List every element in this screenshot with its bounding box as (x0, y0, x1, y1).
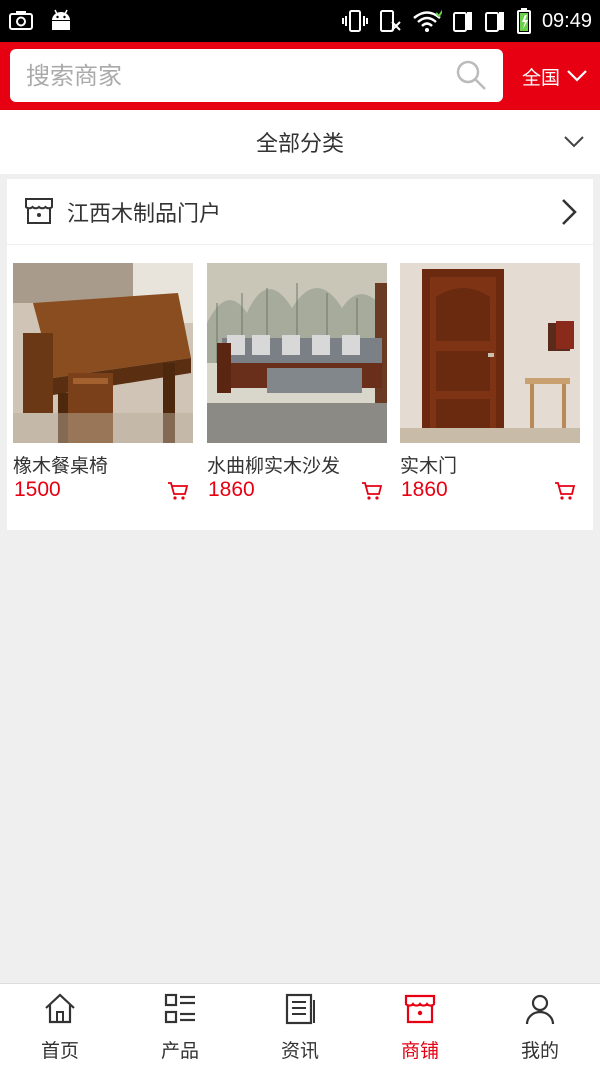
sim2-signal-icon (484, 12, 504, 32)
product-price: 1500 (14, 478, 61, 501)
chevron-down-icon (564, 136, 584, 148)
region-label: 全国 (521, 66, 560, 89)
tab-news[interactable]: 资讯 (240, 984, 360, 1067)
tab-store[interactable]: 商铺 (360, 984, 480, 1067)
tab-label: 商铺 (400, 1040, 439, 1062)
status-bar: 09:49 (0, 0, 600, 42)
wifi-icon (413, 9, 442, 32)
store-header[interactable]: 江西木制品门户 (7, 179, 593, 245)
tab-home[interactable]: 首页 (0, 984, 120, 1067)
user-icon (525, 994, 555, 1025)
store-icon (404, 994, 436, 1024)
chevron-right-icon[interactable] (559, 197, 579, 227)
product-card[interactable]: 实木门 1860 (400, 263, 580, 501)
bottom-tab-bar: 首页 产品 资讯 商铺 我的 (0, 983, 600, 1067)
product-price: 1860 (401, 478, 448, 501)
vibrate-icon (341, 10, 368, 32)
product-card[interactable]: 水曲柳实木沙发 1860 (207, 263, 387, 501)
status-time: 09:49 (541, 9, 592, 32)
tab-label: 我的 (520, 1040, 559, 1062)
news-icon (285, 993, 315, 1025)
battery-charging-icon (516, 8, 531, 34)
search-header: 全国 (0, 42, 600, 110)
store-card: 江西木制品门户 橡木餐桌椅 1500 水曲柳实木沙发 1860 实木门 1860 (7, 179, 593, 530)
screenshot-icon (9, 11, 33, 30)
product-image-wooden-door[interactable] (400, 263, 580, 443)
search-box[interactable] (10, 49, 503, 102)
call-icon (379, 10, 401, 32)
store-icon (25, 198, 53, 224)
tab-label: 资讯 (280, 1040, 319, 1062)
region-selector[interactable]: 全国 (510, 42, 600, 110)
tab-profile[interactable]: 我的 (480, 984, 600, 1067)
search-input[interactable] (26, 59, 446, 93)
category-filter[interactable]: 全部分类 (0, 110, 600, 174)
list-grid-icon (164, 993, 195, 1024)
product-name: 实木门 (400, 455, 458, 477)
tab-products[interactable]: 产品 (120, 984, 240, 1067)
category-label: 全部分类 (255, 132, 344, 157)
home-icon (45, 993, 75, 1024)
search-icon[interactable] (455, 59, 487, 91)
tab-label: 首页 (40, 1040, 79, 1062)
store-name: 江西木制品门户 (67, 202, 222, 227)
product-image-wooden-sofa[interactable] (207, 263, 387, 443)
product-price: 1860 (208, 478, 255, 501)
chevron-down-icon (567, 70, 587, 82)
android-icon (52, 9, 70, 30)
sim1-signal-icon (452, 12, 472, 32)
cart-icon[interactable] (361, 480, 383, 502)
product-card[interactable]: 橡木餐桌椅 1500 (13, 263, 193, 501)
tab-label: 产品 (160, 1040, 199, 1062)
cart-icon[interactable] (167, 480, 189, 502)
product-name: 橡木餐桌椅 (13, 455, 109, 477)
product-name: 水曲柳实木沙发 (207, 455, 341, 477)
cart-icon[interactable] (554, 480, 576, 502)
product-image-dining-table[interactable] (13, 263, 193, 443)
